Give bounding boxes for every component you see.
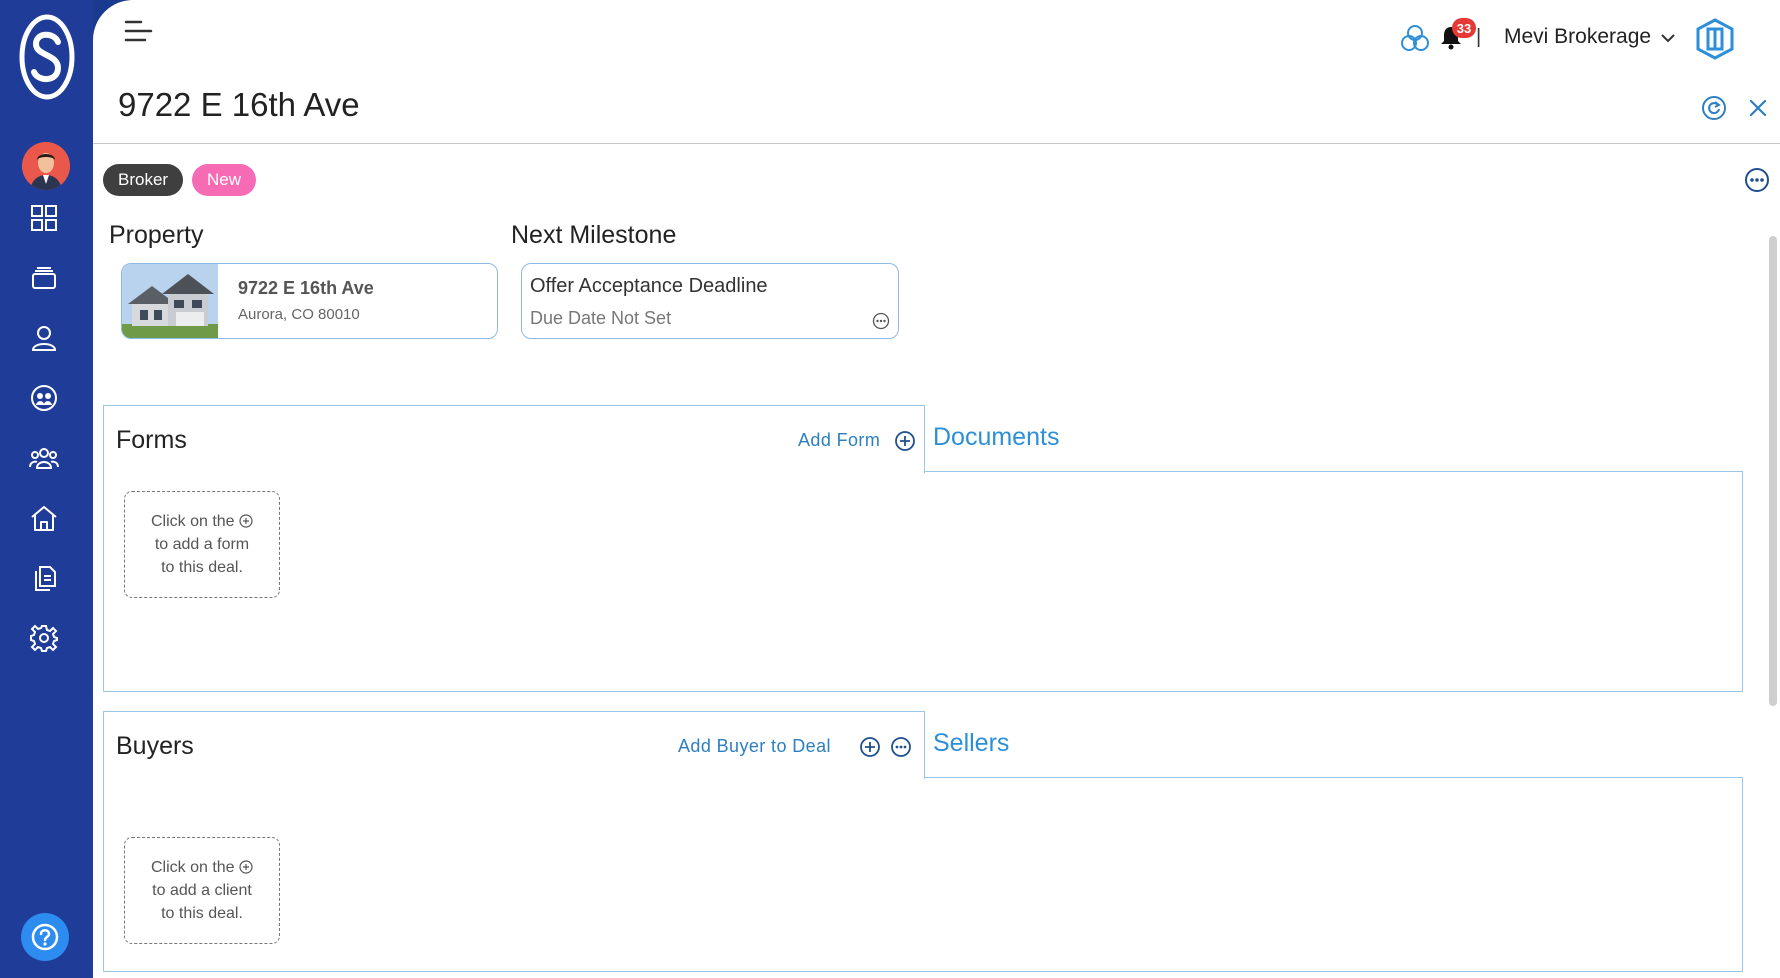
milestone-card[interactable]: Offer Acceptance Deadline Due Date Not S…	[521, 263, 899, 339]
header-divider	[93, 143, 1780, 144]
forms-tab[interactable]: Forms Add Form	[103, 405, 925, 473]
property-address: 9722 E 16th Ave	[238, 278, 374, 298]
buyers-panel-body	[103, 777, 1743, 972]
settings-gear-icon	[30, 624, 58, 652]
integrations-rings-icon[interactable]	[1400, 24, 1430, 52]
chevron-down-icon[interactable]	[1658, 28, 1678, 48]
add-buyer-plus-icon[interactable]	[859, 736, 881, 758]
property-photo	[122, 264, 218, 338]
add-form-placeholder[interactable]: Click on the to add a form to this deal.	[124, 491, 280, 598]
app-root: 33 | Mevi Brokerage 9722 E 16th Ave Brok…	[0, 0, 1780, 978]
milestone-title: Offer Acceptance Deadline	[530, 275, 768, 297]
milestone-due-date: Due Date Not Set	[530, 308, 672, 328]
nav-contacts[interactable]	[24, 318, 64, 358]
team-circle-icon	[31, 385, 57, 411]
nav-deals[interactable]	[24, 258, 64, 298]
user-avatar[interactable]	[22, 142, 70, 190]
buyers-empty-line1: Click on the	[150, 859, 235, 876]
add-form-plus-icon[interactable]	[894, 430, 916, 452]
brokerage-selector-label[interactable]: Mevi Brokerage	[1504, 25, 1651, 49]
property-city: Aurora, CO 80010	[238, 306, 360, 323]
plus-circle-icon	[239, 860, 253, 874]
property-card[interactable]: 9722 E 16th Ave Aurora, CO 80010	[121, 263, 498, 339]
forms-empty-line3: to this deal.	[161, 559, 243, 576]
add-client-placeholder[interactable]: Click on the to add a client to this dea…	[124, 837, 280, 944]
milestone-more-icon[interactable]	[872, 312, 890, 330]
nav-properties[interactable]	[24, 498, 64, 538]
deals-stack-icon	[32, 267, 56, 289]
help-button[interactable]	[21, 913, 69, 961]
brokerage-logo-icon[interactable]	[1694, 18, 1736, 60]
more-options-icon[interactable]	[1744, 167, 1770, 193]
forms-empty-line2: to add a form	[154, 536, 250, 553]
nav-settings[interactable]	[24, 618, 64, 658]
milestone-section-label: Next Milestone	[511, 221, 677, 249]
buyers-title: Buyers	[116, 732, 194, 760]
buyers-more-icon[interactable]	[890, 736, 912, 758]
nav-groups[interactable]	[24, 438, 64, 478]
sidebar	[0, 0, 93, 978]
notifications-count-badge: 33	[1452, 18, 1476, 38]
help-question-icon	[31, 923, 59, 951]
people-group-icon	[29, 448, 59, 469]
forms-title: Forms	[116, 426, 187, 454]
forms-empty-line1: Click on the	[150, 513, 235, 530]
forms-panel-body	[103, 471, 1743, 692]
menu-toggle-icon[interactable]	[123, 18, 155, 44]
close-icon[interactable]	[1747, 97, 1769, 119]
property-section-label: Property	[109, 221, 204, 249]
role-badge: Broker	[103, 164, 184, 196]
nav-team[interactable]	[24, 378, 64, 418]
buyers-empty-line2: to add a client	[152, 882, 252, 899]
home-icon	[31, 506, 57, 531]
contact-person-icon	[31, 326, 57, 351]
tab-sellers[interactable]: Sellers	[933, 729, 1009, 758]
user-portrait-icon	[22, 142, 70, 190]
top-right-toolbar: 33 | Mevi Brokerage	[1400, 18, 1780, 60]
page-title: 9722 E 16th Ave	[118, 86, 360, 123]
dashboard-grid-icon	[31, 205, 57, 231]
app-logo-icon[interactable]	[18, 12, 76, 102]
nav-dashboard[interactable]	[24, 198, 64, 238]
nav-documents[interactable]	[24, 558, 64, 598]
buyers-tab[interactable]: Buyers Add Buyer to Deal	[103, 711, 925, 779]
add-form-button[interactable]: Add Form	[798, 430, 880, 451]
refresh-icon[interactable]	[1701, 95, 1727, 121]
main-panel: 33 | Mevi Brokerage 9722 E 16th Ave Brok…	[93, 0, 1780, 978]
documents-icon	[35, 566, 56, 591]
add-buyer-button[interactable]: Add Buyer to Deal	[678, 736, 831, 757]
plus-circle-icon	[239, 514, 253, 528]
toolbar-separator: |	[1476, 26, 1482, 48]
tab-documents[interactable]: Documents	[933, 423, 1059, 452]
vertical-scrollbar[interactable]	[1769, 236, 1777, 706]
buyers-empty-line3: to this deal.	[161, 905, 243, 922]
status-badge: New	[192, 164, 257, 196]
